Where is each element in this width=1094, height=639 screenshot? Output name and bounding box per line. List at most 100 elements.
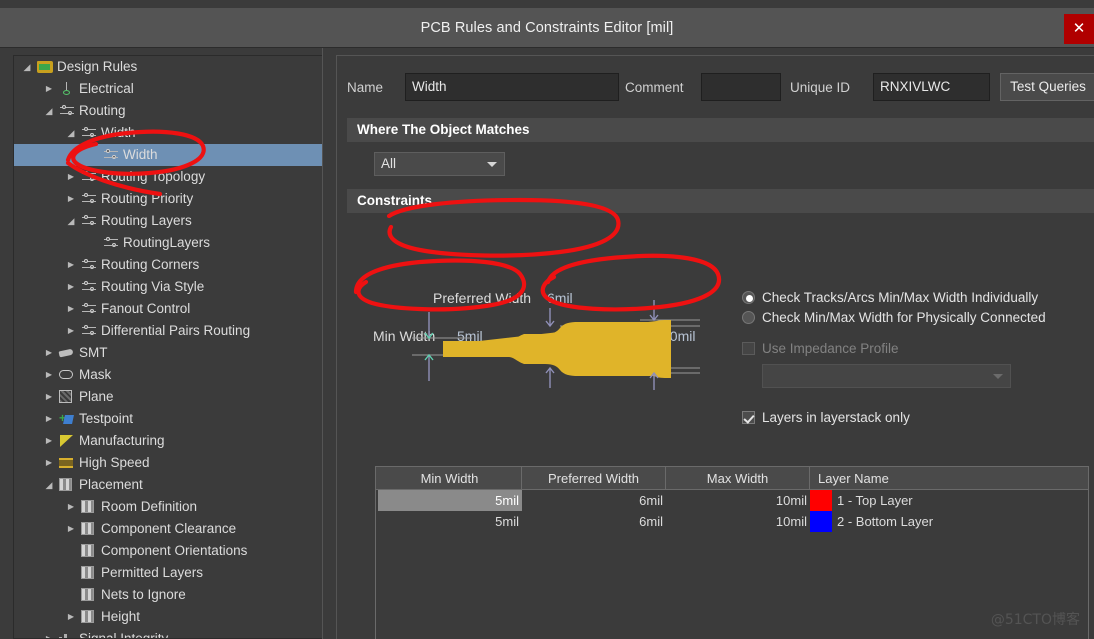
design-rules-tree[interactable]: ◢ Design Rules ▶ Electrical ◢ Routing ◢ Width Wi…	[13, 55, 323, 639]
max-width-value[interactable]: 10mil	[662, 328, 695, 344]
tree-item-nets-to-ignore[interactable]: Nets to Ignore	[14, 584, 322, 606]
comment-input[interactable]	[701, 73, 781, 101]
tree-item-manufacturing[interactable]: ▶ Manufacturing	[14, 430, 322, 452]
tree-item-routing-via-style[interactable]: ▶ Routing Via Style	[14, 276, 322, 298]
tree-item-plane[interactable]: ▶ Plane	[14, 386, 322, 408]
table-row[interactable]: 5mil 6mil 10mil 1 - Top Layer	[376, 490, 1088, 511]
table-cell-preferred[interactable]: 6mil	[522, 490, 666, 511]
table-column-header[interactable]: Preferred Width	[522, 467, 666, 490]
close-icon[interactable]: ✕	[1064, 14, 1094, 44]
table-column-header[interactable]: Layer Name	[810, 467, 1087, 490]
name-label: Name	[347, 80, 384, 95]
tree-item-label: Component Clearance	[101, 521, 237, 536]
tree-item-component-orientations[interactable]: Component Orientations	[14, 540, 322, 562]
tree-item-permitted-layers[interactable]: Permitted Layers	[14, 562, 322, 584]
table-row[interactable]: 5mil 6mil 10mil 2 - Bottom Layer	[376, 511, 1088, 532]
tree-item-signal-integrity[interactable]: ▶ Signal Integrity	[14, 628, 322, 638]
title-bar: PCB Rules and Constraints Editor [mil] ✕	[0, 8, 1094, 48]
unique-id-input[interactable]: RNXIVLWC	[873, 73, 990, 101]
tree-item-label: Placement	[79, 477, 143, 492]
tree-item-routing-topology[interactable]: ▶ Routing Topology	[14, 166, 322, 188]
tree-item-testpoint[interactable]: ▶ Testpoint	[14, 407, 322, 430]
chevron-down-icon[interactable]: ◢	[42, 474, 56, 496]
plane-icon	[59, 389, 75, 405]
tree-item-fanout-control[interactable]: ▶ Fanout Control	[14, 298, 322, 320]
chevron-right-icon[interactable]: ▶	[42, 408, 56, 430]
table-cell-max[interactable]: 10mil	[666, 511, 810, 532]
test-queries-button[interactable]: Test Queries	[1000, 73, 1094, 101]
table-cell-min[interactable]: 5mil	[378, 511, 522, 532]
tree-item-routing[interactable]: ◢ Routing	[14, 100, 322, 122]
preferred-width-label: Preferred Width	[433, 290, 532, 306]
chevron-down-icon[interactable]: ◢	[42, 100, 56, 122]
use-impedance-profile-checkbox[interactable]	[742, 342, 755, 355]
chevron-right-icon[interactable]: ▶	[64, 606, 78, 628]
tree-item-component-clearance[interactable]: ▶ Component Clearance	[14, 518, 322, 540]
tree-item-label: Routing Layers	[101, 213, 192, 228]
chevron-down-icon[interactable]: ◢	[64, 210, 78, 232]
chevron-right-icon[interactable]: ▶	[42, 78, 56, 100]
min-width-label: Min Width	[373, 328, 436, 344]
mask-icon	[59, 367, 75, 383]
tree-item-label: Nets to Ignore	[101, 587, 186, 602]
tree-item-height[interactable]: ▶ Height	[14, 606, 322, 628]
tree-item-label: Routing Corners	[101, 257, 200, 272]
tree-item-design-rules[interactable]: ◢ Design Rules	[14, 56, 322, 78]
tree-item-label: Design Rules	[57, 59, 138, 74]
placement-icon	[81, 587, 97, 603]
tree-item-mask[interactable]: ▶ Mask	[14, 364, 322, 386]
min-width-value[interactable]: 5mil	[457, 328, 483, 344]
chevron-right-icon[interactable]: ▶	[64, 276, 78, 298]
tree-item-placement[interactable]: ◢ Placement	[14, 474, 322, 496]
width-constraints-table[interactable]: Min Width Preferred Width Max Width Layer N…	[375, 466, 1089, 639]
tree-item-room-definition[interactable]: ▶ Room Definition	[14, 496, 322, 518]
table-column-header[interactable]: Min Width	[378, 467, 522, 490]
chevron-right-icon[interactable]: ▶	[42, 342, 56, 364]
scope-dropdown[interactable]: All	[374, 152, 505, 176]
radio-check-individually[interactable]	[742, 291, 755, 304]
layers-in-layerstack-checkbox[interactable]	[742, 411, 755, 424]
chevron-right-icon[interactable]: ▶	[64, 166, 78, 188]
table-body[interactable]: 5mil 6mil 10mil 1 - Top Layer 5mil 6mil 10mil 2…	[376, 490, 1088, 532]
table-cell-layer-name[interactable]: 2 - Bottom Layer	[832, 511, 933, 532]
chevron-right-icon[interactable]: ▶	[42, 452, 56, 474]
tree-item-differential-pairs-routing[interactable]: ▶ Differential Pairs Routing	[14, 320, 322, 342]
chevron-right-icon[interactable]: ▶	[64, 188, 78, 210]
radio-check-physically-connected[interactable]	[742, 311, 755, 324]
tree-item-label: Fanout Control	[101, 301, 191, 316]
table-cell-min[interactable]: 5mil	[378, 490, 522, 511]
impedance-profile-dropdown[interactable]	[762, 364, 1011, 388]
chevron-right-icon[interactable]: ▶	[64, 320, 78, 342]
manufacturing-icon	[59, 433, 75, 449]
preferred-width-value[interactable]: 6mil	[547, 290, 573, 306]
chevron-right-icon[interactable]: ▶	[42, 628, 56, 638]
use-impedance-profile-label: Use Impedance Profile	[762, 341, 899, 356]
chevron-right-icon[interactable]: ▶	[64, 298, 78, 320]
table-column-header[interactable]: Max Width	[666, 467, 810, 490]
tree-item-width[interactable]: Width	[14, 144, 322, 166]
chevron-right-icon[interactable]: ▶	[42, 364, 56, 386]
chevron-down-icon[interactable]: ◢	[64, 122, 78, 144]
chevron-right-icon[interactable]: ▶	[64, 254, 78, 276]
table-cell-max[interactable]: 10mil	[666, 490, 810, 511]
chevron-down-icon[interactable]: ◢	[20, 56, 34, 78]
routing-rule-icon	[103, 147, 119, 163]
chevron-right-icon[interactable]: ▶	[42, 430, 56, 452]
tree-item-routing-corners[interactable]: ▶ Routing Corners	[14, 254, 322, 276]
chevron-right-icon[interactable]: ▶	[64, 518, 78, 540]
tree-item-routing-priority[interactable]: ▶ Routing Priority	[14, 188, 322, 210]
tree-item-high-speed[interactable]: ▶ High Speed	[14, 452, 322, 474]
tree-item-label: Permitted Layers	[101, 565, 204, 580]
tree-item-routinglayers[interactable]: RoutingLayers	[14, 232, 322, 254]
name-input[interactable]: Width	[405, 73, 619, 101]
tree-item-width[interactable]: ◢ Width	[14, 122, 322, 144]
tree-item-routing-layers[interactable]: ◢ Routing Layers	[14, 210, 322, 232]
tree-item-electrical[interactable]: ▶ Electrical	[14, 78, 322, 100]
placement-icon	[59, 477, 75, 493]
chevron-right-icon[interactable]: ▶	[42, 386, 56, 408]
table-cell-preferred[interactable]: 6mil	[522, 511, 666, 532]
table-cell-layer-name[interactable]: 1 - Top Layer	[832, 490, 913, 511]
chevron-right-icon[interactable]: ▶	[64, 496, 78, 518]
placement-icon	[81, 609, 97, 625]
tree-item-smt[interactable]: ▶ SMT	[14, 342, 322, 364]
